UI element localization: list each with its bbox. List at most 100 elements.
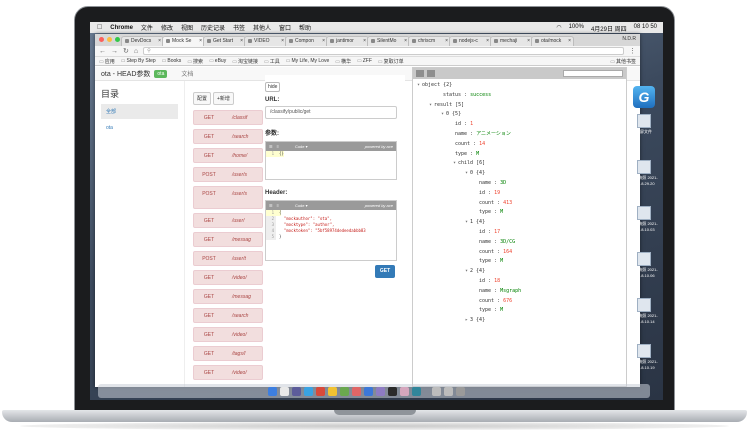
trash-icon[interactable] bbox=[456, 386, 465, 396]
other-bookmarks[interactable]: 其他书签 bbox=[610, 58, 636, 65]
desktop-file-icon[interactable]: 屏幕快照 2021-04...8.10.06 bbox=[629, 252, 659, 278]
menu-bookmarks[interactable]: 书签 bbox=[233, 23, 245, 32]
tab-mock-server[interactable]: Mock Se × bbox=[162, 36, 205, 46]
close-tab-icon[interactable]: × bbox=[363, 37, 366, 46]
folder-icon[interactable] bbox=[432, 386, 441, 396]
menu-file[interactable]: 文件 bbox=[141, 23, 153, 32]
back-icon[interactable]: ← bbox=[99, 48, 106, 55]
wifi-icon[interactable]: ◠ bbox=[556, 24, 561, 33]
json-tree-row[interactable]: id : 18 bbox=[413, 277, 626, 287]
folder-icon[interactable] bbox=[444, 386, 453, 396]
bookmark-item[interactable]: ZFF bbox=[357, 58, 372, 64]
api-row[interactable]: GET/home/ bbox=[193, 148, 263, 163]
json-tree-row[interactable]: type : M bbox=[413, 150, 626, 160]
bookmark-item[interactable]: 工具 bbox=[264, 58, 280, 65]
desktop-file-icon[interactable]: 屏幕快照 2021-04...8.10.03 bbox=[629, 206, 659, 232]
json-tree-row[interactable]: ▾ 0 {4} bbox=[413, 169, 626, 179]
menu-chrome[interactable]: Chrome bbox=[110, 25, 133, 31]
chrome-icon[interactable] bbox=[316, 386, 325, 396]
json-tree-row[interactable]: type : M bbox=[413, 208, 626, 218]
close-tab-icon[interactable]: × bbox=[281, 37, 284, 46]
json-tree-row[interactable]: name : Msgraph bbox=[413, 287, 626, 297]
url-input[interactable]: /classify/public/get bbox=[265, 106, 397, 119]
menu-people[interactable]: 其他人 bbox=[253, 23, 271, 32]
app-icon[interactable] bbox=[352, 386, 361, 396]
app-icon[interactable] bbox=[340, 386, 349, 396]
json-tree-row[interactable]: count : 14 bbox=[413, 140, 626, 150]
close-tab-icon[interactable]: × bbox=[158, 37, 161, 46]
close-tab-icon[interactable]: × bbox=[527, 37, 530, 46]
close-tab-icon[interactable]: × bbox=[322, 37, 325, 46]
json-tree-row[interactable]: name : 3D bbox=[413, 179, 626, 189]
forward-icon[interactable]: → bbox=[111, 48, 118, 55]
json-tree-row[interactable]: name : 3D/CG bbox=[413, 238, 626, 248]
json-tree-row[interactable]: name : アニメーション bbox=[413, 130, 626, 140]
mode-select[interactable]: Code ▾ bbox=[295, 144, 308, 149]
api-row[interactable]: GET/search bbox=[193, 129, 263, 144]
terminal-icon[interactable] bbox=[388, 386, 397, 396]
api-row[interactable]: GET/video/ bbox=[193, 327, 263, 342]
add-api-button[interactable]: +新增 bbox=[213, 92, 234, 105]
json-tree-row[interactable]: ▾ result [5] bbox=[413, 101, 626, 111]
desktop-file-icon[interactable]: 屏幕快照 2021-04...8.10.19 bbox=[629, 344, 659, 370]
menu-history[interactable]: 历史记录 bbox=[201, 23, 225, 32]
toggle-icon[interactable]: ▾ bbox=[417, 82, 420, 88]
photoshop-icon[interactable] bbox=[412, 386, 421, 396]
finder-icon[interactable] bbox=[268, 386, 277, 396]
send-get-button[interactable]: GET bbox=[375, 265, 395, 278]
json-tree-row[interactable]: count : 413 bbox=[413, 199, 626, 209]
close-tab-icon[interactable]: × bbox=[486, 37, 489, 46]
header-code[interactable]: 1{ 2 "mockauthor": "ota", 3 "mocktype": … bbox=[266, 210, 396, 260]
bookmark-item[interactable]: 复取订单 bbox=[378, 58, 404, 65]
home-icon[interactable]: ⌂ bbox=[134, 48, 138, 55]
toggle-icon[interactable]: ▾ bbox=[453, 160, 456, 166]
tab-get-started[interactable]: Get Start × bbox=[203, 36, 246, 46]
tab-components[interactable]: Compon × bbox=[285, 36, 328, 46]
profile-name[interactable]: N.D.R bbox=[622, 36, 636, 42]
json-tree-row[interactable]: id : 17 bbox=[413, 228, 626, 238]
json-tree-row[interactable]: count : 676 bbox=[413, 297, 626, 307]
json-tree-row[interactable]: type : M bbox=[413, 257, 626, 267]
tab-chriscm[interactable]: chriscm × bbox=[408, 36, 451, 46]
desktop-file-icon[interactable]: 屏幕快照 2021-04...8.29.20 bbox=[629, 160, 659, 186]
params-editor[interactable]: ☰ ≡ Code ▾ powered by ace 1{} bbox=[265, 141, 397, 180]
clock[interactable]: 4月29日 周四 bbox=[591, 24, 627, 33]
json-tree-row[interactable]: id : 19 bbox=[413, 189, 626, 199]
close-tab-icon[interactable]: × bbox=[445, 37, 448, 46]
toggle-icon[interactable]: ▾ bbox=[429, 102, 432, 108]
toggle-icon[interactable]: ▾ bbox=[465, 268, 468, 274]
api-row[interactable]: GET/messag bbox=[193, 232, 263, 247]
bookmark-item[interactable]: My Life, My Love bbox=[286, 58, 329, 64]
api-row[interactable]: GET/user/ bbox=[193, 213, 263, 228]
app-logo-icon[interactable]: G bbox=[633, 86, 655, 108]
bookmark-item[interactable]: 淘宝链接 bbox=[232, 58, 258, 65]
api-row[interactable]: GET/classif bbox=[193, 110, 263, 125]
compact-icon[interactable]: ≡ bbox=[277, 203, 279, 208]
menu-window[interactable]: 窗口 bbox=[279, 23, 291, 32]
doc-link[interactable]: 文档 bbox=[181, 69, 193, 78]
json-tree-row[interactable]: status : success bbox=[413, 91, 626, 101]
tab-mechaji[interactable]: mechaji × bbox=[490, 36, 533, 46]
close-window-button[interactable] bbox=[99, 37, 104, 42]
api-row[interactable]: POST/user/t bbox=[193, 251, 263, 266]
toggle-icon[interactable]: ▾ bbox=[465, 170, 468, 176]
header-editor[interactable]: ☰ ≡ Code ▾ powered by ace 1{ 2 "mockautho… bbox=[265, 200, 397, 261]
tab-ota-mock[interactable]: ota/mock × bbox=[531, 36, 574, 46]
api-row[interactable]: GET/video/ bbox=[193, 270, 263, 285]
sidebar-item-ota[interactable]: ota bbox=[101, 121, 178, 135]
tab-devdocs[interactable]: DevDocs × bbox=[121, 36, 164, 46]
reload-icon[interactable]: ↻ bbox=[123, 47, 129, 55]
toggle-icon[interactable]: ▾ bbox=[465, 219, 468, 225]
tab-silentmo[interactable]: SilentMo × bbox=[367, 36, 410, 46]
bookmark-item[interactable]: 搜索 bbox=[187, 58, 203, 65]
close-tab-icon[interactable]: × bbox=[240, 37, 243, 46]
toggle-icon[interactable]: ▸ bbox=[465, 317, 468, 323]
toggle-icon[interactable]: ▾ bbox=[441, 111, 444, 117]
app-icon[interactable] bbox=[292, 386, 301, 396]
bookmark-item[interactable]: Books bbox=[162, 58, 181, 64]
json-tree-row[interactable]: ▾ object {2} bbox=[413, 81, 626, 91]
json-tree-row[interactable]: ▾ child [6] bbox=[413, 159, 626, 169]
api-row[interactable]: GET/video/ bbox=[193, 365, 263, 380]
apple-icon[interactable]:  bbox=[97, 24, 102, 31]
json-tree-row[interactable]: ▾ 1 {4} bbox=[413, 218, 626, 228]
